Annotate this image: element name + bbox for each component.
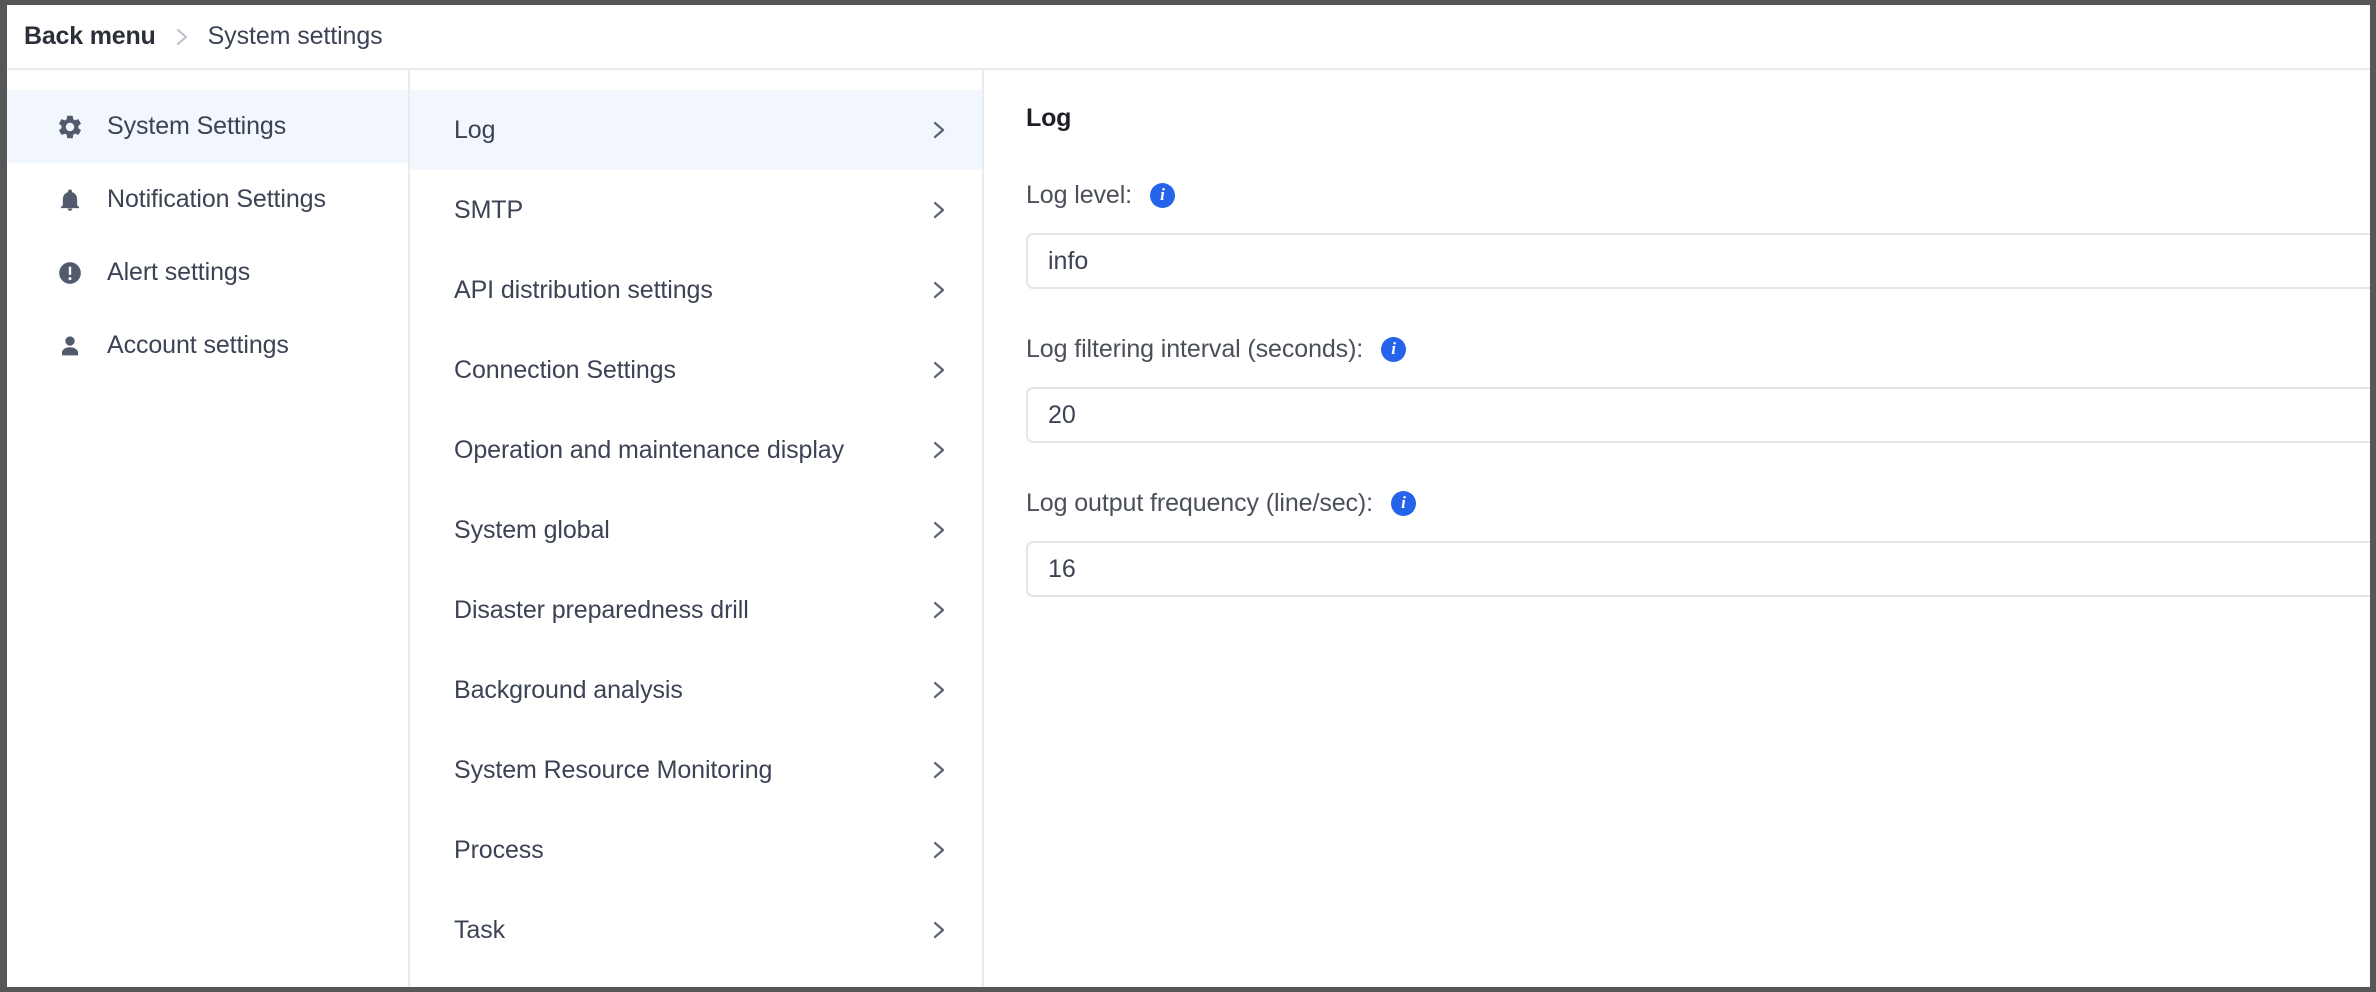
field-log-output-frequency: Log output frequency (line/sec): i 16 — [1026, 485, 2370, 597]
chevron-right-icon — [931, 277, 947, 303]
chevron-right-icon — [174, 25, 190, 49]
sidebar-item-label: Notification Settings — [107, 185, 326, 214]
field-label-row: Log filtering interval (seconds): i — [1026, 331, 2370, 367]
menu-item-operation-and-maintenance-display[interactable]: Operation and maintenance display — [410, 410, 982, 490]
field-label: Log filtering interval (seconds): — [1026, 335, 1363, 364]
menu-item-label: Operation and maintenance display — [454, 436, 844, 465]
chevron-right-icon — [931, 837, 947, 863]
field-label: Log output frequency (line/sec): — [1026, 489, 1373, 518]
menu-item-label: Task — [454, 916, 505, 945]
settings-menu-list: Log SMTP API distribution settings Conne… — [410, 70, 984, 987]
main-body: System Settings Notification Settings — [7, 70, 2370, 987]
sidebar-item-label: Account settings — [107, 331, 289, 360]
menu-item-connection-settings[interactable]: Connection Settings — [410, 330, 982, 410]
field-label-row: Log level: i — [1026, 177, 2370, 213]
bell-icon — [55, 185, 85, 215]
log-output-frequency-input[interactable]: 16 — [1026, 541, 2370, 597]
gear-icon — [55, 112, 85, 142]
sidebar-item-label: Alert settings — [107, 258, 250, 287]
back-menu-link[interactable]: Back menu — [24, 22, 156, 51]
chevron-right-icon — [931, 677, 947, 703]
field-label: Log level: — [1026, 181, 1132, 210]
user-icon — [55, 331, 85, 361]
menu-item-label: Disaster preparedness drill — [454, 596, 749, 625]
app-window: Back menu System settings System Setting… — [7, 5, 2370, 987]
chevron-right-icon — [931, 117, 947, 143]
alert-icon — [55, 258, 85, 288]
sidebar-item-notification-settings[interactable]: Notification Settings — [7, 163, 408, 236]
menu-item-background-analysis[interactable]: Background analysis — [410, 650, 982, 730]
chevron-right-icon — [931, 437, 947, 463]
menu-item-label: Background analysis — [454, 676, 683, 705]
field-log-level: Log level: i info — [1026, 177, 2370, 289]
menu-item-smtp[interactable]: SMTP — [410, 170, 982, 250]
menu-item-log[interactable]: Log — [410, 90, 982, 170]
chevron-right-icon — [931, 917, 947, 943]
log-settings-panel: Log Log level: i info Log filtering inte… — [984, 70, 2370, 987]
chevron-right-icon — [931, 757, 947, 783]
chevron-right-icon — [931, 357, 947, 383]
breadcrumb: Back menu System settings — [7, 5, 2370, 70]
sidebar-item-label: System Settings — [107, 112, 286, 141]
field-label-row: Log output frequency (line/sec): i — [1026, 485, 2370, 521]
sidebar-item-system-settings[interactable]: System Settings — [7, 90, 408, 163]
field-log-filtering-interval: Log filtering interval (seconds): i 20 — [1026, 331, 2370, 443]
menu-item-api-distribution-settings[interactable]: API distribution settings — [410, 250, 982, 330]
log-level-input[interactable]: info — [1026, 233, 2370, 289]
breadcrumb-current: System settings — [208, 22, 383, 51]
menu-item-label: API distribution settings — [454, 276, 713, 305]
menu-item-task[interactable]: Task — [410, 890, 982, 970]
info-icon[interactable]: i — [1150, 183, 1175, 208]
chevron-right-icon — [931, 597, 947, 623]
menu-item-label: System Resource Monitoring — [454, 756, 772, 785]
sidebar: System Settings Notification Settings — [7, 70, 410, 987]
menu-item-system-resource-monitoring[interactable]: System Resource Monitoring — [410, 730, 982, 810]
info-icon[interactable]: i — [1381, 337, 1406, 362]
panel-title: Log — [1026, 104, 2370, 133]
menu-item-label: Connection Settings — [454, 356, 676, 385]
log-filtering-interval-input[interactable]: 20 — [1026, 387, 2370, 443]
menu-item-label: Log — [454, 116, 495, 145]
menu-item-label: SMTP — [454, 196, 523, 225]
sidebar-item-account-settings[interactable]: Account settings — [7, 309, 408, 382]
chevron-right-icon — [931, 197, 947, 223]
sidebar-item-alert-settings[interactable]: Alert settings — [7, 236, 408, 309]
menu-item-disaster-preparedness-drill[interactable]: Disaster preparedness drill — [410, 570, 982, 650]
chevron-right-icon — [931, 517, 947, 543]
menu-item-process[interactable]: Process — [410, 810, 982, 890]
menu-item-label: System global — [454, 516, 610, 545]
info-icon[interactable]: i — [1391, 491, 1416, 516]
menu-item-system-global[interactable]: System global — [410, 490, 982, 570]
menu-item-label: Process — [454, 836, 544, 865]
